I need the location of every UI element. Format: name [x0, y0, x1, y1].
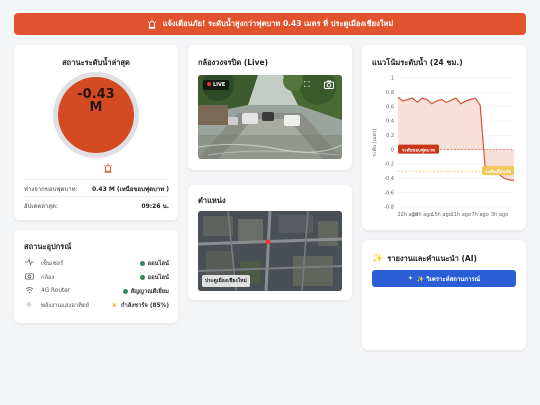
- green-dot-icon: [139, 274, 145, 280]
- warning-label: ระดับเตือนภัย: [485, 168, 511, 175]
- alert-text: แจ้งเตือนภัย! ระดับน้ำสูงกว่าฟุตบาท 0.43…: [162, 19, 394, 28]
- y-tick-label: -0.8: [384, 205, 394, 211]
- distance-label: ห่างจากขอบฟุตบาท:: [24, 186, 78, 193]
- green-dot-icon: [139, 260, 145, 266]
- x-tick-label: 19h ago: [412, 212, 432, 218]
- location-map[interactable]: ประตูเมืองเชียงใหม่: [198, 211, 342, 291]
- snapshot-camera-icon[interactable]: [324, 80, 334, 91]
- siren-icon: [103, 163, 113, 176]
- x-tick-label: 11h ago: [451, 212, 471, 218]
- device-label: กล้อง: [41, 275, 55, 281]
- device-row-camera: กล้อง ออนไลน์: [24, 271, 169, 283]
- water-level-unit: M: [89, 100, 103, 115]
- y-tick-label: 0.8: [386, 90, 394, 96]
- updated-label: อัปเดตล่าสุด:: [24, 203, 58, 210]
- divider: [24, 196, 169, 197]
- device-row-sensor: เซ็นเซอร์ ออนไลน์: [24, 257, 169, 269]
- sun-icon: ☼: [25, 301, 33, 309]
- device-status-card: สถานะอุปกรณ์ เซ็นเซอร์ ออนไลน์ กล้อง ออน…: [14, 230, 178, 323]
- report-title-row: ✨ รายงานและคำแนะนำ (AI): [372, 253, 477, 265]
- distance-value: 0.43 M (เหนือขอบฟุตบาท ): [91, 186, 169, 193]
- device-status: สัญญาณดีเยี่ยม: [130, 289, 169, 295]
- y-tick-label: 0: [391, 147, 394, 153]
- sun-icon: ☀: [110, 300, 118, 310]
- y-tick-label: 0.4: [386, 119, 394, 125]
- device-status: กำลังชาร์จ (85%): [120, 303, 169, 309]
- fullscreen-icon[interactable]: ⛶: [304, 80, 310, 90]
- footpath-label: ระดับขอบฟุตบาท: [402, 146, 435, 153]
- water-level-card: สถานะระดับน้ำล่าสุด -0.43 M ห่างจากขอบฟุ…: [14, 45, 178, 220]
- live-badge-text: LIVE: [213, 82, 226, 88]
- x-tick-label: 15h ago: [431, 212, 451, 218]
- device-label: 4G Router: [41, 288, 71, 294]
- siren-icon: [147, 19, 157, 29]
- water-trend-card: แนวโน้มระดับน้ำ (24 ชม.) 1 0.8 0.6 0.4 0.2 0-…: [362, 45, 526, 230]
- live-camera-feed[interactable]: LIVE ⛶: [198, 75, 342, 159]
- device-status: ออนไลน์: [147, 261, 169, 267]
- device-label: พลังงานแสงอาทิตย์: [41, 303, 90, 309]
- x-tick-label: 3h ago: [491, 212, 508, 218]
- y-tick-label: -0.2: [384, 162, 394, 168]
- sparkles-icon: ✨: [372, 254, 384, 264]
- water-level-gauge: -0.43 M: [53, 72, 139, 158]
- y-axis-label: ระดับ (เมตร): [372, 128, 378, 156]
- camera-card: กล้องวงจรปิด (Live) LIVE ⛶: [188, 45, 352, 170]
- green-dot-icon: [122, 288, 128, 294]
- analyze-situation-button[interactable]: ✦ ✨ วิเคราะห์สถานการณ์: [372, 270, 516, 287]
- y-tick-label: 0.6: [386, 104, 394, 110]
- updated-value: 09:26 น.: [141, 203, 169, 210]
- water-trend-chart: 1 0.8 0.6 0.4 0.2 0 -0.2 -0.4 -0.6 -0.8 ระดับ (เมต…: [372, 76, 515, 218]
- map-location-label: ประตูเมืองเชียงใหม่: [202, 275, 250, 287]
- device-row-solar: ☼ พลังงานแสงอาทิตย์ ☀ กำลังชาร์จ (85%): [24, 299, 169, 311]
- activity-icon: [24, 258, 34, 268]
- camera-title: กล้องวงจรปิด (Live): [198, 58, 269, 67]
- brain-icon: ✦: [407, 275, 413, 282]
- y-tick-label: -0.6: [384, 190, 394, 196]
- water-level-title: สถานะระดับน้ำล่าสุด: [62, 58, 130, 67]
- x-tick-label: 7h ago: [472, 212, 489, 218]
- live-badge: LIVE: [203, 80, 230, 90]
- analyze-button-label: ✨ วิเคราะห์สถานการณ์: [416, 275, 481, 283]
- y-tick-label: -0.4: [384, 176, 394, 182]
- updated-row: อัปเดตล่าสุด: 09:26 น.: [24, 201, 169, 211]
- divider: [24, 179, 169, 180]
- distance-row: ห่างจากขอบฟุตบาท: 0.43 M (เหนือขอบฟุตบาท…: [24, 184, 169, 194]
- camera-icon: [24, 272, 34, 282]
- y-tick-label: 0.2: [386, 133, 394, 139]
- location-title: ตำแหน่ง: [198, 196, 226, 205]
- live-dot-icon: [207, 82, 211, 86]
- device-label: เซ็นเซอร์: [41, 261, 64, 267]
- device-status-title: สถานะอุปกรณ์: [24, 242, 72, 251]
- device-row-router: 4G Router สัญญาณดีเยี่ยม: [24, 285, 169, 297]
- report-card: ✨ รายงานและคำแนะนำ (AI) ✦ ✨ วิเคราะห์สถา…: [362, 240, 526, 350]
- y-tick-label: 1: [391, 76, 394, 82]
- location-card: ตำแหน่ง ประตูเมืองเชียงใหม่: [188, 185, 352, 300]
- device-status: ออนไลน์: [147, 275, 169, 281]
- report-title: รายงานและคำแนะนำ (AI): [387, 254, 477, 263]
- wifi-icon: [24, 286, 34, 296]
- alert-banner: แจ้งเตือนภัย! ระดับน้ำสูงกว่าฟุตบาท 0.43…: [14, 13, 526, 35]
